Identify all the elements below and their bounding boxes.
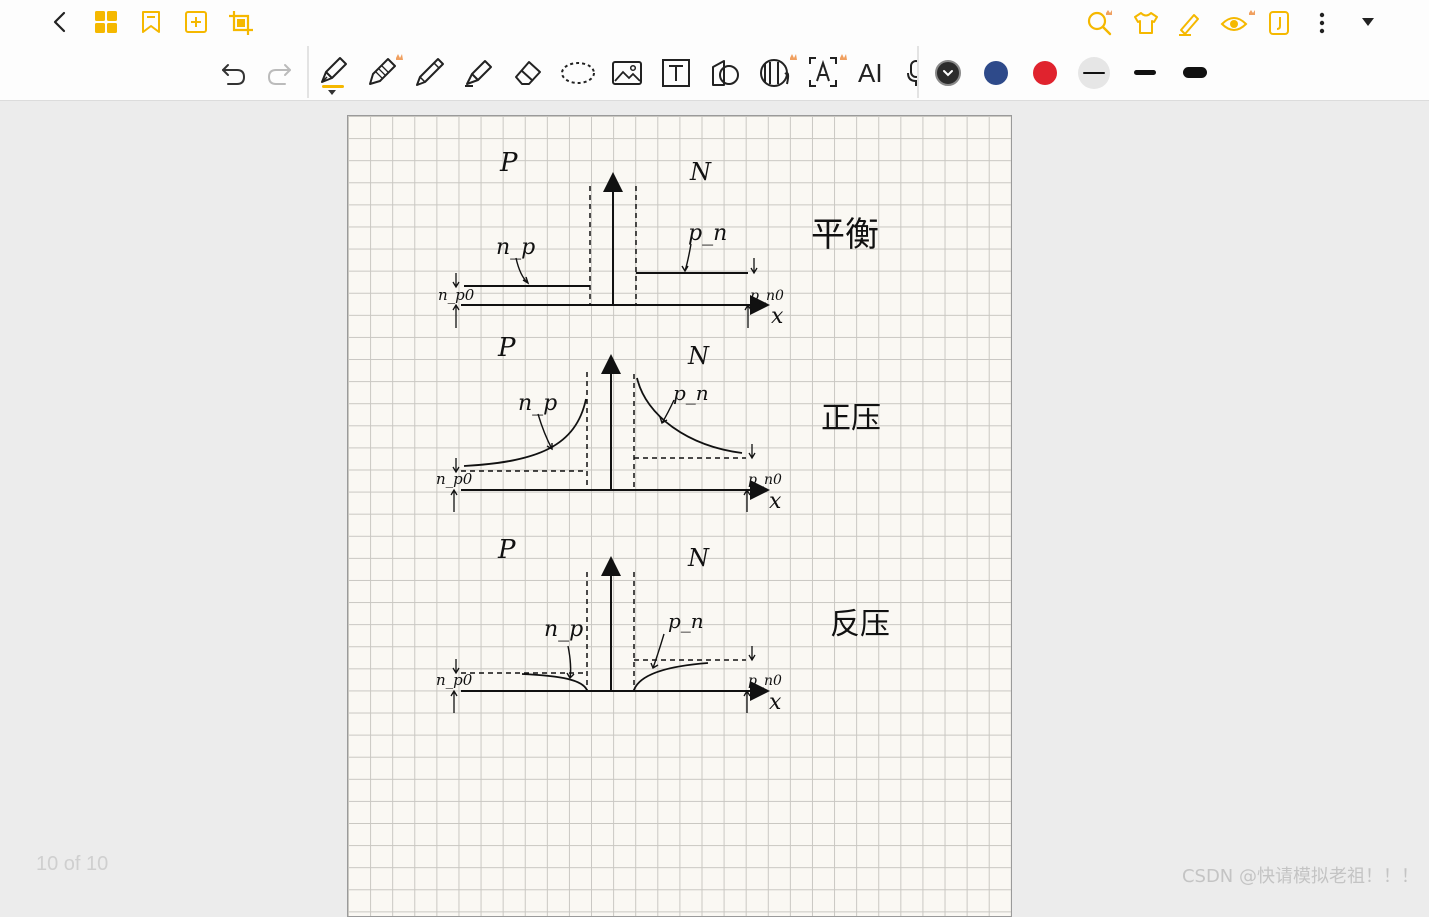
- caption-forward-bias: 正压: [821, 401, 881, 436]
- pn0-label: p_n0: [748, 472, 782, 488]
- np0-label: n_p0: [436, 470, 473, 488]
- highlighter-icon[interactable]: [463, 56, 495, 88]
- np-label: n_p: [544, 617, 583, 642]
- np-label: n_p: [496, 235, 535, 260]
- more-icon[interactable]: [1317, 12, 1327, 34]
- np0-label: n_p0: [438, 286, 475, 304]
- chevron-left-icon[interactable]: [50, 11, 70, 33]
- notebook-icon[interactable]: [1268, 10, 1290, 36]
- active-tool-indicator: [322, 85, 344, 88]
- add-page-icon[interactable]: [184, 10, 208, 34]
- ballpoint-icon[interactable]: [414, 56, 446, 88]
- fountain-pen-icon[interactable]: [318, 56, 348, 86]
- undo-icon[interactable]: [220, 59, 248, 87]
- sticker-icon[interactable]: [757, 54, 803, 88]
- watermark: CSDN @快请模拟老祖！！！: [1181, 866, 1419, 887]
- n-region-label: N: [687, 544, 710, 572]
- n-region-label: N: [689, 158, 712, 186]
- redo-icon[interactable]: [265, 59, 293, 87]
- top-toolbar: AI: [0, 0, 1429, 101]
- microphone-icon[interactable]: [907, 59, 917, 87]
- diagram-reverse-bias: [450, 556, 770, 713]
- dropdown-icon[interactable]: [1360, 16, 1376, 28]
- n-region-label: N: [687, 342, 710, 370]
- pn-label: p_n: [673, 381, 709, 405]
- image-icon[interactable]: [611, 59, 643, 87]
- pn0-label: p_n0: [750, 288, 784, 304]
- stroke-thin-option[interactable]: [1083, 72, 1105, 74]
- pn-label: p_n: [668, 609, 704, 633]
- x-label: x: [769, 489, 782, 514]
- search-icon[interactable]: [1087, 10, 1113, 36]
- color-swatch-red[interactable]: [1033, 61, 1057, 85]
- toolbar-divider: [307, 46, 309, 98]
- color-swatch-black[interactable]: [935, 60, 961, 86]
- np-label: n_p: [518, 391, 557, 416]
- grid-view-icon[interactable]: [94, 10, 118, 34]
- chevron-down-icon[interactable]: [328, 90, 336, 95]
- eraser-icon[interactable]: [512, 56, 544, 88]
- page-counter: 10 of 10: [36, 853, 109, 875]
- caption-equilibrium: 平衡: [811, 215, 879, 255]
- p-region-label: P: [497, 535, 516, 565]
- diagram-forward-bias: [450, 354, 770, 512]
- stroke-thick-option[interactable]: [1183, 67, 1207, 78]
- pencil-icon[interactable]: [366, 54, 410, 88]
- crop-icon[interactable]: [228, 10, 254, 36]
- handwritten-drawing: P N n_p p_n n_p0 p_n0 x 平衡 P N n_p p_n n…: [436, 148, 890, 715]
- pn0-label: p_n0: [748, 673, 782, 689]
- x-label: x: [769, 690, 782, 715]
- highlighter-icon[interactable]: [1177, 10, 1203, 36]
- ocr-icon[interactable]: [808, 54, 852, 88]
- eye-icon[interactable]: [1220, 10, 1260, 36]
- np0-label: n_p0: [436, 671, 473, 689]
- pn-label: p_n: [688, 221, 727, 246]
- p-region-label: P: [497, 333, 516, 363]
- x-label: x: [771, 304, 784, 329]
- shirt-icon[interactable]: [1133, 10, 1159, 36]
- text-box-icon[interactable]: [661, 58, 691, 88]
- toolbar-divider: [917, 46, 919, 98]
- lasso-icon[interactable]: [559, 60, 597, 86]
- bookmark-icon[interactable]: [140, 10, 162, 34]
- stroke-medium-option[interactable]: [1134, 70, 1156, 75]
- caption-reverse-bias: 反压: [830, 607, 890, 642]
- shape-icon[interactable]: [710, 58, 740, 88]
- note-page[interactable]: P N n_p p_n n_p0 p_n0 x 平衡 P N n_p p_n n…: [347, 115, 1012, 917]
- p-region-label: P: [499, 148, 518, 178]
- ai-text-icon[interactable]: AI: [858, 59, 883, 87]
- color-swatch-blue[interactable]: [984, 61, 1008, 85]
